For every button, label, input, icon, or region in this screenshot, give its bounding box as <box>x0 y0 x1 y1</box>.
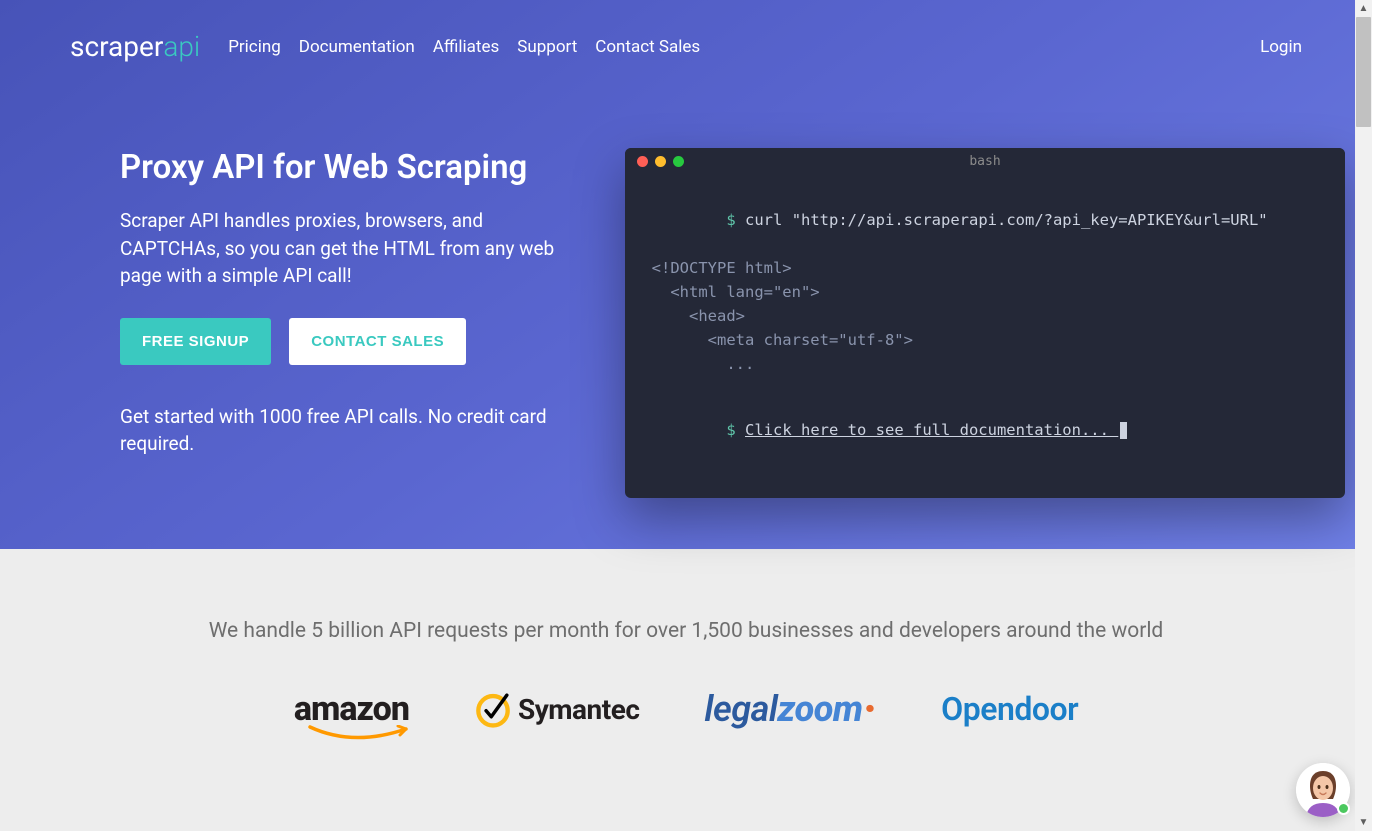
hero-note: Get started with 1000 free API calls. No… <box>120 403 550 458</box>
terminal-command: curl <box>745 211 782 229</box>
chat-online-status-icon <box>1337 802 1350 815</box>
terminal-output-line: <head> <box>633 304 1337 328</box>
social-proof-section: We handle 5 billion API requests per mon… <box>0 549 1372 831</box>
minimize-icon <box>655 156 666 167</box>
vertical-scrollbar[interactable]: ▲ ▼ <box>1355 0 1372 831</box>
hero-section: scraperapi Pricing Documentation Affilia… <box>0 0 1372 549</box>
nav-contact-sales[interactable]: Contact Sales <box>595 37 700 57</box>
client-logos: amazon Symantec legalzoom· Opendoor <box>40 688 1332 730</box>
hero-title: Proxy API for Web Scraping <box>120 148 565 187</box>
window-controls <box>637 156 684 167</box>
terminal-body: $ curl "http://api.scraperapi.com/?api_k… <box>625 174 1345 476</box>
scroll-down-icon[interactable]: ▼ <box>1355 814 1372 831</box>
terminal-output-line: ... <box>633 352 1337 376</box>
logo-part1: scraper <box>70 30 163 63</box>
symantec-check-icon <box>474 690 512 728</box>
amazon-logo: amazon <box>294 689 409 729</box>
documentation-link[interactable]: Click here to see full documentation... <box>745 421 1118 439</box>
terminal-output-line: <meta charset="utf-8"> <box>633 328 1337 352</box>
scroll-up-icon[interactable]: ▲ <box>1355 0 1372 17</box>
logo-part2: api <box>163 30 200 63</box>
main-nav: scraperapi Pricing Documentation Affilia… <box>70 30 1302 63</box>
terminal-window: bash $ curl "http://api.scraperapi.com/?… <box>625 148 1345 498</box>
terminal-titlebar: bash <box>625 148 1345 174</box>
contact-sales-button[interactable]: CONTACT SALES <box>289 318 466 365</box>
nav-support[interactable]: Support <box>517 37 577 57</box>
chat-widget[interactable] <box>1296 763 1350 817</box>
legalzoom-part1: legal <box>704 688 777 730</box>
close-icon <box>637 156 648 167</box>
terminal-prompt: $ <box>726 211 735 229</box>
hero-copy: Proxy API for Web Scraping Scraper API h… <box>120 148 565 458</box>
opendoor-logo: Opendoor <box>941 690 1078 728</box>
symantec-logo: Symantec <box>474 690 639 728</box>
terminal-output-line: <!DOCTYPE html> <box>633 256 1337 280</box>
terminal-output-line: <html lang="en"> <box>633 280 1337 304</box>
signup-button[interactable]: FREE SIGNUP <box>120 318 271 365</box>
hero-content: Proxy API for Web Scraping Scraper API h… <box>70 148 1302 498</box>
terminal-url: "http://api.scraperapi.com/?api_key=APIK… <box>792 211 1268 229</box>
proof-text: We handle 5 billion API requests per mon… <box>40 619 1332 643</box>
terminal-cursor <box>1120 422 1127 439</box>
nav-affiliates[interactable]: Affiliates <box>433 37 499 57</box>
terminal-label: bash <box>969 154 1000 169</box>
symantec-wordmark: Symantec <box>518 693 639 726</box>
maximize-icon <box>673 156 684 167</box>
legalzoom-part2: zoom <box>778 688 863 730</box>
legalzoom-logo: legalzoom· <box>704 688 876 730</box>
nav-pricing[interactable]: Pricing <box>228 37 281 57</box>
amazon-wordmark: amazon <box>294 689 409 729</box>
logo[interactable]: scraperapi <box>70 30 200 63</box>
terminal-prompt: $ <box>726 421 735 439</box>
amazon-swoosh-icon <box>308 725 418 743</box>
nav-documentation[interactable]: Documentation <box>299 37 415 57</box>
hero-subtitle: Scraper API handles proxies, browsers, a… <box>120 207 565 290</box>
nav-login[interactable]: Login <box>1260 37 1302 57</box>
cta-row: FREE SIGNUP CONTACT SALES <box>120 318 565 365</box>
opendoor-wordmark: Opendoor <box>941 690 1078 728</box>
scroll-thumb[interactable] <box>1356 17 1371 127</box>
